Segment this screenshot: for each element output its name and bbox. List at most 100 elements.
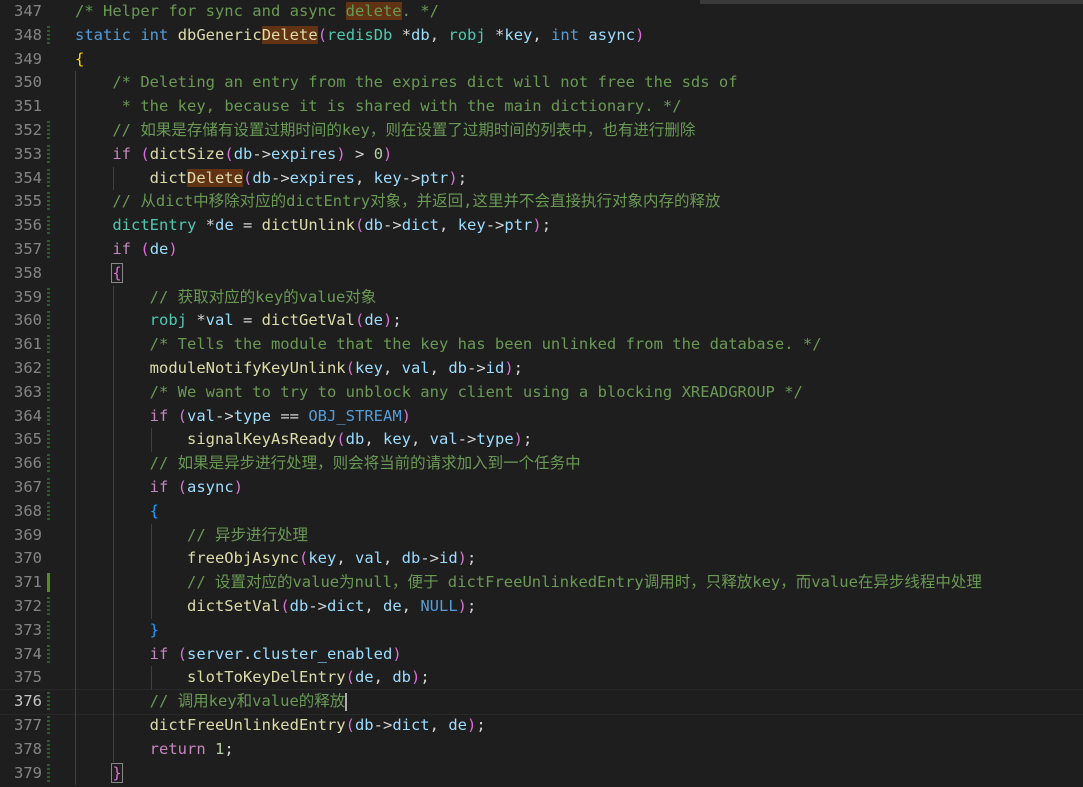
code-line[interactable]: 374 if (server.cluster_enabled) bbox=[0, 643, 1083, 667]
line-number: 368 bbox=[14, 501, 42, 520]
code-text: /* Helper for sync and async delete. */ bbox=[75, 2, 439, 20]
code-line[interactable]: 354 dictDelete(db->expires, key->ptr); bbox=[0, 167, 1083, 191]
code-text: if (server.cluster_enabled) bbox=[149, 644, 402, 663]
code-text: freeObjAsync(key, val, db->id); bbox=[186, 549, 477, 568]
git-modified-marker[interactable] bbox=[47, 216, 50, 236]
line-number: 356 bbox=[14, 216, 42, 235]
code-line[interactable]: 373 } bbox=[0, 619, 1083, 643]
line-number: 349 bbox=[14, 49, 42, 68]
code-text: * the key, because it is shared with the… bbox=[121, 97, 682, 116]
code-text: slotToKeyDelEntry(de, db); bbox=[186, 668, 430, 687]
git-added-marker[interactable] bbox=[47, 573, 50, 593]
code-line[interactable]: 357 if (de) bbox=[0, 238, 1083, 262]
git-modified-marker[interactable] bbox=[47, 692, 50, 712]
code-line[interactable]: 362 moduleNotifyKeyUnlink(key, val, db->… bbox=[0, 357, 1083, 381]
code-text: dictFreeUnlinkedEntry(db->dict, de); bbox=[149, 716, 486, 734]
git-modified-marker[interactable] bbox=[47, 430, 50, 450]
code-text: // 如果是异步进行处理，则会将当前的请求加入到一个任务中 bbox=[149, 454, 581, 473]
code-text: if (dictSize(db->expires) > 0) bbox=[112, 144, 393, 163]
line-number: 354 bbox=[14, 168, 42, 187]
git-modified-marker[interactable] bbox=[47, 144, 50, 164]
code-line[interactable]: 359 // 获取对应的key的value对象 bbox=[0, 286, 1083, 310]
code-line[interactable]: 355 // 从dict中移除对应的dictEntry对象，并返回,这里并不会直… bbox=[0, 190, 1083, 214]
code-line[interactable]: 352 // 如果是存储有设置过期时间的key，则在设置了过期时间的列表中，也有… bbox=[0, 119, 1083, 143]
code-line[interactable]: 366 // 如果是异步进行处理，则会将当前的请求加入到一个任务中 bbox=[0, 452, 1083, 476]
code-line[interactable]: 350 /* Deleting an entry from the expire… bbox=[0, 71, 1083, 95]
code-line[interactable]: 360 robj *val = dictGetVal(de); bbox=[0, 309, 1083, 333]
git-modified-marker[interactable] bbox=[47, 359, 50, 378]
code-line[interactable]: 372 dictSetVal(db->dict, de, NULL); bbox=[0, 595, 1083, 619]
code-line[interactable]: 363 /* We want to try to unblock any cli… bbox=[0, 381, 1083, 405]
code-line[interactable]: 356 dictEntry *de = dictUnlink(db->dict,… bbox=[0, 214, 1083, 238]
line-number: 370 bbox=[14, 549, 42, 568]
indent-guide bbox=[113, 285, 115, 762]
code-text: { bbox=[149, 501, 159, 520]
git-modified-marker[interactable] bbox=[47, 382, 50, 402]
code-line[interactable]: 353 if (dictSize(db->expires) > 0) bbox=[0, 143, 1083, 167]
line-number: 366 bbox=[14, 454, 42, 473]
line-number: 379 bbox=[14, 763, 42, 782]
line-number: 361 bbox=[14, 335, 42, 354]
line-number: 347 bbox=[14, 2, 42, 20]
code-line[interactable]: 377 dictFreeUnlinkedEntry(db->dict, de); bbox=[0, 714, 1083, 738]
line-number: 365 bbox=[14, 430, 42, 449]
git-modified-marker[interactable] bbox=[47, 287, 50, 307]
git-modified-marker[interactable] bbox=[47, 739, 50, 759]
git-modified-marker[interactable] bbox=[47, 597, 50, 616]
code-line[interactable]: 376 // 调用key和value的释放 bbox=[0, 689, 1083, 715]
code-text: return 1; bbox=[149, 739, 234, 758]
code-line[interactable]: 367 if (async) bbox=[0, 476, 1083, 500]
code-text: robj *val = dictGetVal(de); bbox=[149, 311, 402, 330]
code-line[interactable]: 351 * the key, because it is shared with… bbox=[0, 95, 1083, 119]
code-line[interactable]: 365 signalKeyAsReady(db, key, val->type)… bbox=[0, 428, 1083, 452]
code-line[interactable]: 371 // 设置对应的value为null，便于 dictFreeUnlink… bbox=[0, 571, 1083, 595]
git-modified-marker[interactable] bbox=[47, 501, 50, 521]
git-modified-marker[interactable] bbox=[47, 763, 50, 783]
git-modified-marker[interactable] bbox=[47, 240, 50, 259]
code-line[interactable]: 379 } bbox=[0, 762, 1083, 786]
code-line[interactable]: 375 slotToKeyDelEntry(de, db); bbox=[0, 666, 1083, 690]
code-text: // 异步进行处理 bbox=[186, 525, 308, 544]
code-line[interactable]: 358 { bbox=[0, 262, 1083, 286]
code-text: /* Tells the module that the key has bee… bbox=[149, 335, 822, 354]
git-modified-marker[interactable] bbox=[47, 620, 50, 640]
code-line[interactable]: 349 { bbox=[0, 48, 1083, 72]
code-line[interactable]: 368 { bbox=[0, 500, 1083, 524]
code-text: /* Deleting an entry from the expires di… bbox=[112, 73, 738, 92]
git-modified-marker[interactable] bbox=[47, 192, 50, 212]
code-line[interactable]: 361 /* Tells the module that the key has… bbox=[0, 333, 1083, 357]
git-modified-marker[interactable] bbox=[47, 311, 50, 331]
line-number: 369 bbox=[14, 525, 42, 544]
git-modified-marker[interactable] bbox=[47, 716, 50, 735]
indent-guide bbox=[113, 166, 115, 191]
line-number: 364 bbox=[14, 406, 42, 425]
git-modified-marker[interactable] bbox=[47, 335, 50, 355]
code-text: // 设置对应的value为null，便于 dictFreeUnlinkedEn… bbox=[186, 573, 982, 592]
git-modified-marker[interactable] bbox=[47, 25, 50, 45]
code-line[interactable]: 370 freeObjAsync(key, val, db->id); bbox=[0, 547, 1083, 571]
indent-guide bbox=[151, 666, 153, 691]
line-number: 360 bbox=[14, 311, 42, 330]
code-line[interactable]: 348 static int dbGenericDelete(redisDb *d… bbox=[0, 24, 1083, 48]
code-text: } bbox=[149, 620, 159, 639]
git-modified-marker[interactable] bbox=[47, 406, 50, 426]
line-number: 359 bbox=[14, 287, 42, 306]
line-number: 375 bbox=[14, 668, 42, 687]
line-number: 348 bbox=[14, 25, 42, 44]
code-text: /* We want to try to unblock any client … bbox=[149, 382, 803, 401]
code-line[interactable]: 347 /* Helper for sync and async delete. … bbox=[0, 0, 1083, 24]
code-line[interactable]: 364 if (val->type == OBJ_STREAM) bbox=[0, 405, 1083, 429]
git-modified-marker[interactable] bbox=[47, 454, 50, 474]
code-line[interactable]: 369 // 异步进行处理 bbox=[0, 524, 1083, 548]
code-line[interactable]: 378 return 1; bbox=[0, 738, 1083, 762]
git-modified-marker[interactable] bbox=[47, 168, 50, 188]
line-number: 372 bbox=[14, 597, 42, 615]
git-modified-marker[interactable] bbox=[47, 644, 50, 664]
code-editor[interactable]: 347 /* Helper for sync and async delete. … bbox=[0, 0, 1083, 787]
code-text: { bbox=[111, 262, 123, 283]
git-modified-marker[interactable] bbox=[47, 478, 50, 497]
git-modified-marker[interactable] bbox=[47, 121, 50, 140]
line-number: 378 bbox=[14, 739, 42, 758]
code-text: if (async) bbox=[149, 478, 244, 496]
code-text: // 获取对应的key的value对象 bbox=[149, 287, 377, 306]
